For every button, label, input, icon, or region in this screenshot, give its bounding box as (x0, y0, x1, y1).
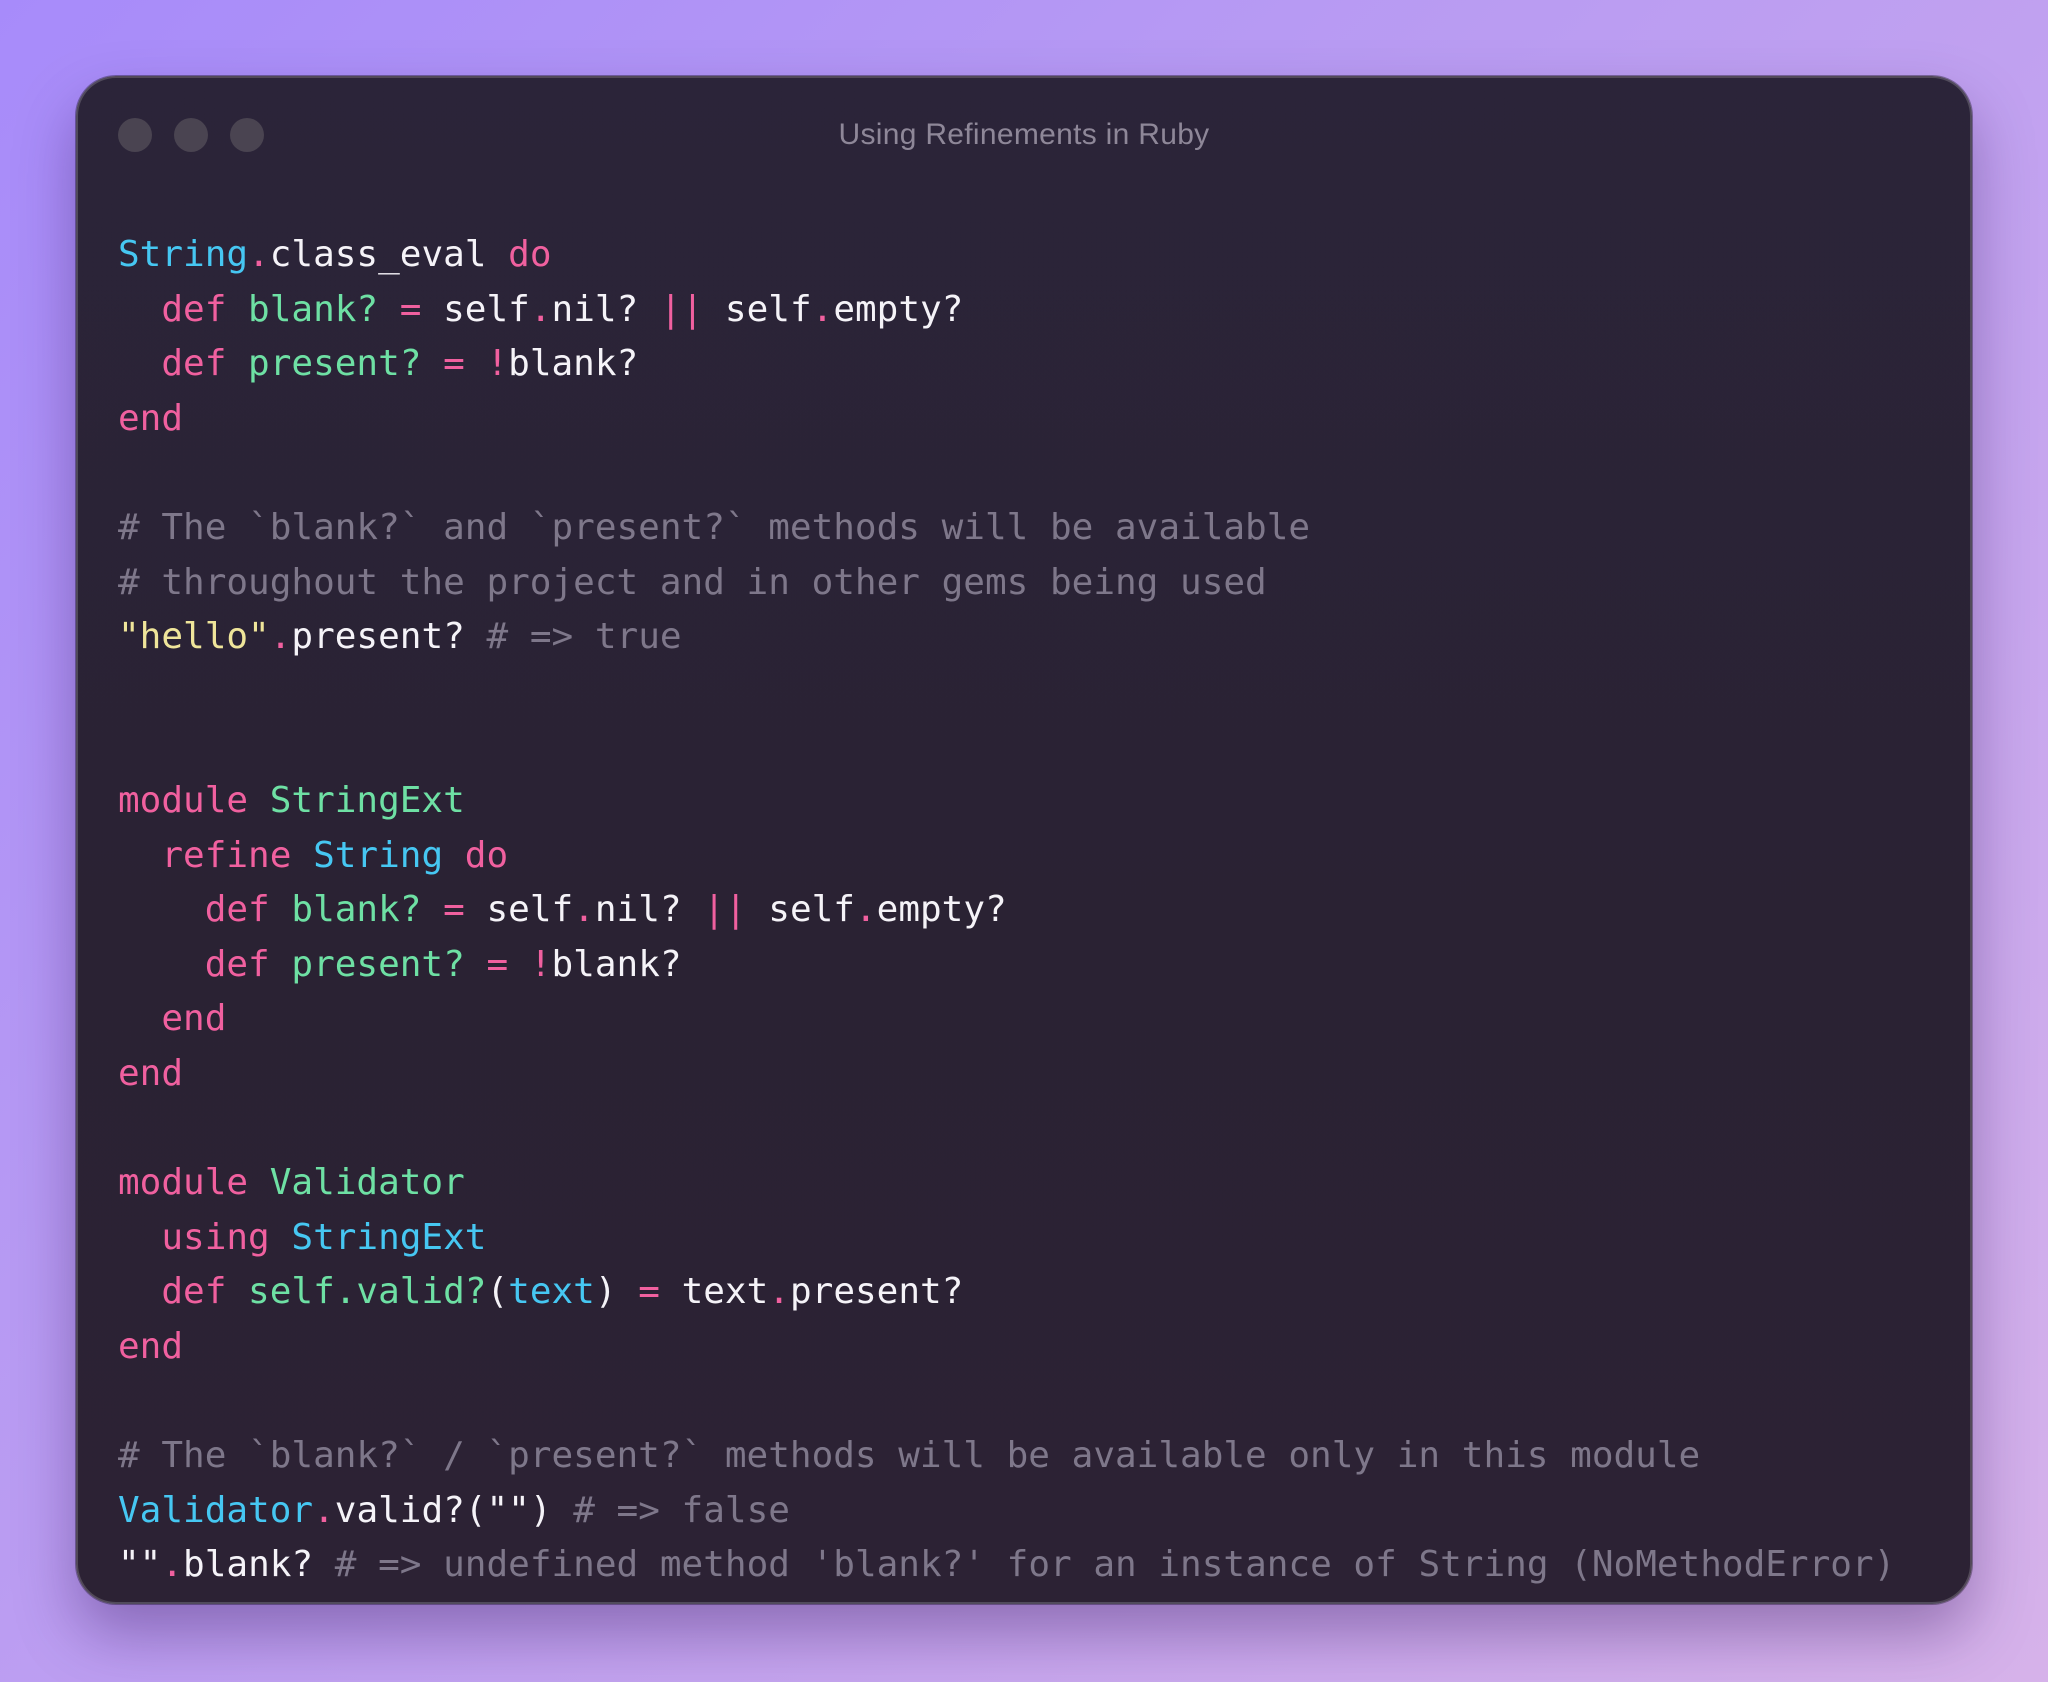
code-line: String.class_eval do (118, 228, 1895, 283)
code-token: present? (789, 1271, 964, 1313)
code-token: end (118, 998, 227, 1040)
code-token: end (118, 397, 184, 439)
code-token: using (118, 1216, 292, 1258)
code-token: = ! (486, 943, 552, 985)
code-token: blank? (183, 1544, 335, 1586)
code-line: module Validator (118, 1156, 1895, 1211)
code-token: "hello" (118, 616, 270, 658)
code-token: Validator (269, 1162, 465, 1204)
code-token: . (313, 1489, 335, 1531)
code-token: Validator (118, 1489, 314, 1531)
code-token: refine (118, 834, 314, 876)
code-token: StringExt (269, 779, 465, 821)
code-line: def self.valid?(text) = text.present? (118, 1265, 1895, 1320)
code-token: def (118, 943, 292, 985)
code-token: blank? (248, 288, 400, 330)
window-title: Using Refinements in Ruby (838, 118, 1210, 151)
code-token: . (248, 234, 270, 275)
code-token: do (464, 834, 509, 876)
code-token: text (681, 1271, 769, 1313)
code-token: def (118, 1271, 249, 1313)
code-line: end (118, 992, 1895, 1047)
code-token: ( (486, 1271, 509, 1313)
code-token: # => false (573, 1489, 790, 1531)
code-token: self (443, 288, 530, 330)
code-token: # The `blank?` / `present?` methods will… (118, 1435, 1701, 1477)
code-token: blank? (551, 943, 682, 985)
code-line: # throughout the project and in other ge… (118, 556, 1895, 611)
code-token: blank? (508, 343, 639, 385)
code-line: def blank? = self.nil? || self.empty? (118, 283, 1895, 338)
code-line: Validator.valid?("") # => false (118, 1484, 1895, 1539)
code-token: text (508, 1271, 595, 1313)
code-token: = ! (443, 343, 509, 385)
code-token: module (118, 1162, 270, 1204)
code-token: . (768, 1271, 790, 1313)
window-titlebar: Using Refinements in Ruby (78, 78, 1970, 188)
code-line: end (118, 392, 1895, 447)
code-token: module (118, 779, 270, 821)
code-token: valid?("") (334, 1489, 574, 1531)
code-token: class_eval (269, 234, 509, 275)
code-token: . (573, 889, 595, 931)
code-line: "".blank? # => undefined method 'blank?'… (118, 1538, 1895, 1593)
code-window: Using Refinements in Ruby String.class_e… (76, 76, 1972, 1604)
code-token: def (118, 343, 249, 385)
code-token: # throughout the project and in other ge… (118, 561, 1267, 603)
code-token: present? (291, 943, 487, 985)
code-line: def blank? = self.nil? || self.empty? (118, 883, 1895, 938)
code-token: self (768, 889, 855, 931)
code-token: . (161, 1544, 184, 1586)
code-token: # The `blank?` and `present?` methods wi… (118, 506, 1311, 548)
code-line: # The `blank?` / `present?` methods will… (118, 1429, 1895, 1484)
code-token: present? (291, 616, 487, 658)
code-token: present? (248, 343, 444, 385)
code-token: String (313, 834, 465, 876)
code-token: end (118, 1325, 184, 1367)
code-token: end (118, 1052, 184, 1094)
code-token: = (638, 1271, 682, 1313)
code-line: end (118, 1320, 1895, 1375)
code-token: empty? (876, 889, 1007, 931)
code-token: . (811, 288, 834, 330)
code-token: do (508, 234, 552, 275)
code-token: . (854, 889, 877, 931)
code-line: def present? = !blank? (118, 337, 1895, 392)
code-token: || (703, 889, 769, 931)
code-token: nil? (551, 288, 660, 330)
code-token: ) (594, 1271, 639, 1313)
code-token: . (529, 288, 552, 330)
code-line: "hello".present? # => true (118, 610, 1895, 665)
code-line: end (118, 1047, 1895, 1102)
code-token: = (399, 288, 444, 330)
code-line: using StringExt (118, 1211, 1895, 1266)
code-token: = (443, 889, 487, 931)
code-token: def (118, 288, 249, 330)
code-token: blank? (291, 889, 444, 931)
code-token: empty? (833, 288, 964, 330)
code-block: String.class_eval do def blank? = self.n… (118, 228, 1895, 1593)
code-token: "" (118, 1544, 162, 1586)
code-token: . (269, 616, 292, 658)
code-token: self (486, 889, 574, 931)
code-token: nil? (594, 889, 704, 931)
code-line: def present? = !blank? (118, 938, 1895, 993)
code-token: def (118, 889, 292, 931)
code-token: || (659, 288, 725, 330)
code-token: self.valid? (248, 1271, 487, 1313)
code-token: self (724, 288, 812, 330)
code-token: StringExt (291, 1216, 487, 1258)
code-token: String (118, 234, 249, 275)
code-line: refine String do (118, 829, 1895, 884)
code-token: # => true (486, 616, 682, 658)
code-line: module StringExt (118, 774, 1895, 829)
code-token: # => undefined method 'blank?' for an in… (334, 1544, 1896, 1586)
code-line: # The `blank?` and `present?` methods wi… (118, 501, 1895, 556)
